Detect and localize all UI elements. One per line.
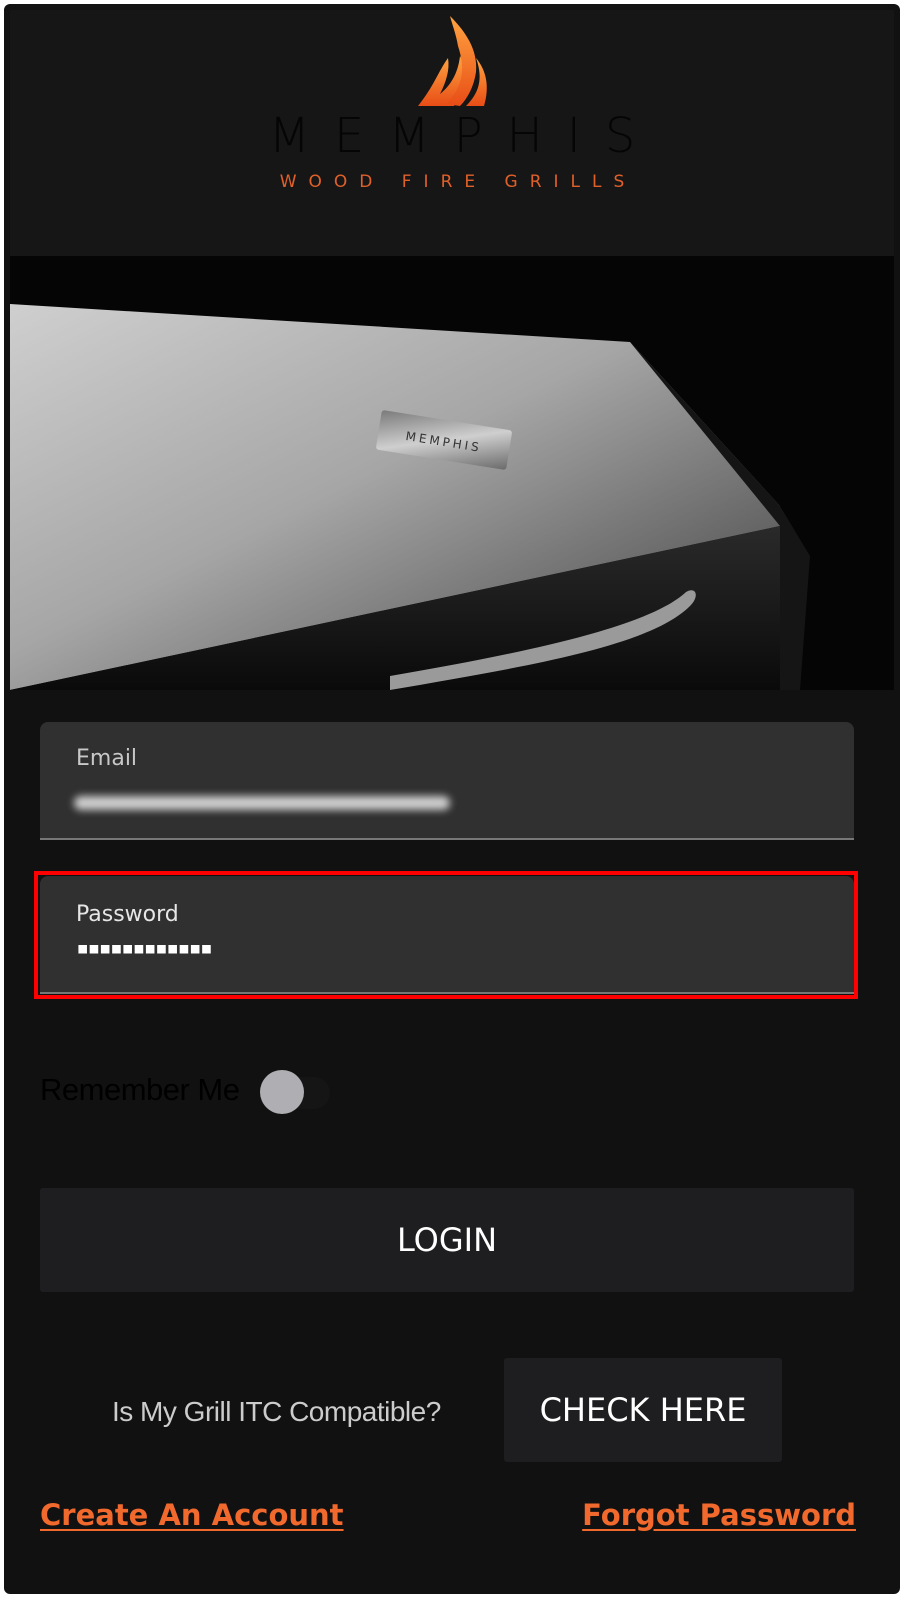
remember-me-toggle-knob[interactable]: [260, 1070, 304, 1114]
app-screen: MEMPHIS WOOD FIRE GRILLS MEMPHIS Email P…: [4, 4, 900, 1594]
flame-logo-icon: [418, 16, 487, 106]
grill-hero-image: MEMPHIS: [10, 256, 894, 690]
brand-name: MEMPHIS: [268, 108, 660, 164]
email-label: Email: [76, 746, 138, 771]
compat-question: Is My Grill ITC Compatible?: [112, 1396, 441, 1427]
forgot-password-link[interactable]: Forgot Password: [582, 1498, 856, 1532]
brand-tagline: WOOD FIRE GRILLS: [279, 172, 637, 192]
login-button[interactable]: LOGIN: [40, 1188, 854, 1292]
remember-me-label: Remember Me: [40, 1072, 240, 1107]
brand-header: MEMPHIS WOOD FIRE GRILLS: [10, 10, 894, 256]
create-account-link[interactable]: Create An Account: [40, 1498, 344, 1532]
password-highlight-box: [34, 871, 858, 999]
email-field[interactable]: Email: [40, 722, 854, 840]
email-value-redacted: [74, 796, 450, 810]
check-here-button[interactable]: CHECK HERE: [504, 1358, 782, 1462]
